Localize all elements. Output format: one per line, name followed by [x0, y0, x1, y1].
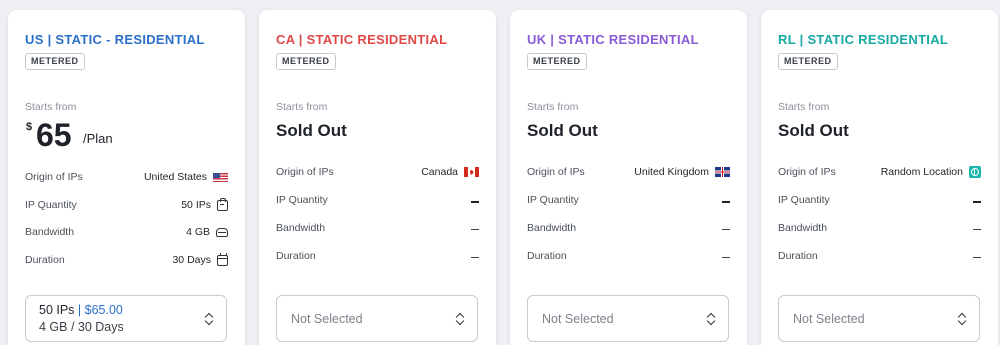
- bandwidth-row: Bandwidth 4 GB: [25, 226, 228, 242]
- plan-card-ca: CA | STATIC RESIDENTIAL METERED Starts f…: [259, 10, 496, 345]
- empty-value-dash: [471, 257, 479, 258]
- empty-value-dash: [471, 201, 479, 203]
- empty-value-dash: [722, 257, 730, 258]
- metered-badge: METERED: [527, 53, 587, 70]
- price-amount: 65: [36, 117, 72, 153]
- chevron-updown-icon: [958, 312, 966, 326]
- plan-cards: US | STATIC - RESIDENTIAL METERED Starts…: [8, 10, 998, 345]
- sold-out-status: Sold Out: [527, 121, 598, 140]
- bandwidth-label: Bandwidth: [276, 222, 326, 234]
- plan-title: CA | STATIC RESIDENTIAL: [276, 32, 448, 47]
- origin-value: United Kingdom: [634, 166, 709, 178]
- quantity-label: IP Quantity: [527, 194, 579, 206]
- plan-select[interactable]: Not Selected: [276, 295, 478, 342]
- select-placeholder: Not Selected: [542, 312, 614, 326]
- duration-row: Duration: [527, 250, 730, 266]
- separator: |: [77, 303, 82, 317]
- quantity-label: IP Quantity: [276, 194, 328, 206]
- bandwidth-row: Bandwidth: [778, 222, 981, 238]
- bandwidth-row: Bandwidth: [276, 222, 479, 238]
- origin-value: United States: [143, 171, 207, 183]
- selected-qty: 50 IPs: [39, 303, 75, 317]
- duration-label: Duration: [25, 254, 65, 266]
- origin-row: Origin of IPs Random Location: [778, 166, 981, 182]
- metered-badge: METERED: [276, 53, 336, 70]
- empty-value-dash: [973, 201, 981, 203]
- plan-card-rl: RL | STATIC RESIDENTIAL METERED Starts f…: [761, 10, 998, 345]
- duration-label: Duration: [527, 250, 567, 262]
- quantity-value: 50 IPs: [181, 199, 211, 211]
- chevron-updown-icon: [707, 312, 715, 326]
- empty-value-dash: [471, 229, 479, 230]
- quantity-row: IP Quantity: [527, 194, 730, 210]
- origin-row: Origin of IPs Canada: [276, 166, 479, 182]
- origin-label: Origin of IPs: [778, 166, 836, 178]
- starts-from-label: Starts from: [778, 101, 830, 113]
- quantity-row: IP Quantity 50 IPs: [25, 197, 228, 215]
- plan-title: UK | STATIC RESIDENTIAL: [527, 32, 699, 47]
- origin-row: Origin of IPs United States: [25, 171, 228, 187]
- us-flag-icon: [213, 172, 228, 182]
- ca-flag-icon: [464, 167, 479, 177]
- plan-select[interactable]: Not Selected: [778, 295, 980, 342]
- bandwidth-value: 4 GB: [186, 226, 210, 238]
- quantity-label: IP Quantity: [778, 194, 830, 206]
- select-placeholder: Not Selected: [291, 312, 363, 326]
- origin-label: Origin of IPs: [276, 166, 334, 178]
- globe-icon: [969, 166, 981, 178]
- bandwidth-label: Bandwidth: [778, 222, 828, 234]
- starts-from-label: Starts from: [276, 101, 328, 113]
- bandwidth-label: Bandwidth: [25, 226, 75, 238]
- currency-symbol: $: [26, 121, 33, 133]
- chevron-updown-icon: [456, 312, 464, 326]
- origin-label: Origin of IPs: [527, 166, 585, 178]
- empty-value-dash: [722, 229, 730, 230]
- plan-title: RL | STATIC RESIDENTIAL: [778, 32, 949, 47]
- origin-label: Origin of IPs: [25, 171, 83, 183]
- starts-from-label: Starts from: [527, 101, 579, 113]
- quantity-label: IP Quantity: [25, 199, 77, 211]
- origin-row: Origin of IPs United Kingdom: [527, 166, 730, 182]
- quantity-row: IP Quantity: [276, 194, 479, 210]
- chevron-updown-icon: [205, 312, 213, 326]
- uk-flag-icon: [715, 167, 730, 177]
- empty-value-dash: [973, 257, 981, 258]
- storage-icon: [216, 227, 228, 237]
- plan-select[interactable]: 50 IPs | $65.00 4 GB / 30 Days: [25, 295, 227, 342]
- empty-value-dash: [722, 201, 730, 203]
- selected-plan-line1: 50 IPs | $65.00: [39, 303, 123, 317]
- starts-from-label: Starts from: [25, 101, 77, 113]
- package-icon: [217, 197, 228, 211]
- select-placeholder: Not Selected: [793, 312, 865, 326]
- duration-label: Duration: [778, 250, 818, 262]
- metered-badge: METERED: [25, 53, 85, 70]
- bandwidth-label: Bandwidth: [527, 222, 577, 234]
- duration-row: Duration 30 Days: [25, 252, 228, 270]
- plan-card-us: US | STATIC - RESIDENTIAL METERED Starts…: [8, 10, 245, 345]
- duration-row: Duration: [778, 250, 981, 266]
- origin-value: Canada: [421, 166, 458, 178]
- duration-label: Duration: [276, 250, 316, 262]
- plan-title: US | STATIC - RESIDENTIAL: [25, 32, 205, 47]
- duration-row: Duration: [276, 250, 479, 266]
- quantity-row: IP Quantity: [778, 194, 981, 210]
- selected-price: $65.00: [84, 303, 123, 317]
- origin-value: Random Location: [880, 166, 963, 178]
- plan-card-uk: UK | STATIC RESIDENTIAL METERED Starts f…: [510, 10, 747, 345]
- sold-out-status: Sold Out: [276, 121, 347, 140]
- metered-badge: METERED: [778, 53, 838, 70]
- calendar-icon: [217, 252, 228, 266]
- empty-value-dash: [973, 229, 981, 230]
- duration-value: 30 Days: [172, 254, 211, 266]
- sold-out-status: Sold Out: [778, 121, 849, 140]
- price-unit: /Plan: [83, 131, 113, 146]
- plan-select[interactable]: Not Selected: [527, 295, 729, 342]
- selected-plan-line2: 4 GB / 30 Days: [39, 320, 124, 334]
- bandwidth-row: Bandwidth: [527, 222, 730, 238]
